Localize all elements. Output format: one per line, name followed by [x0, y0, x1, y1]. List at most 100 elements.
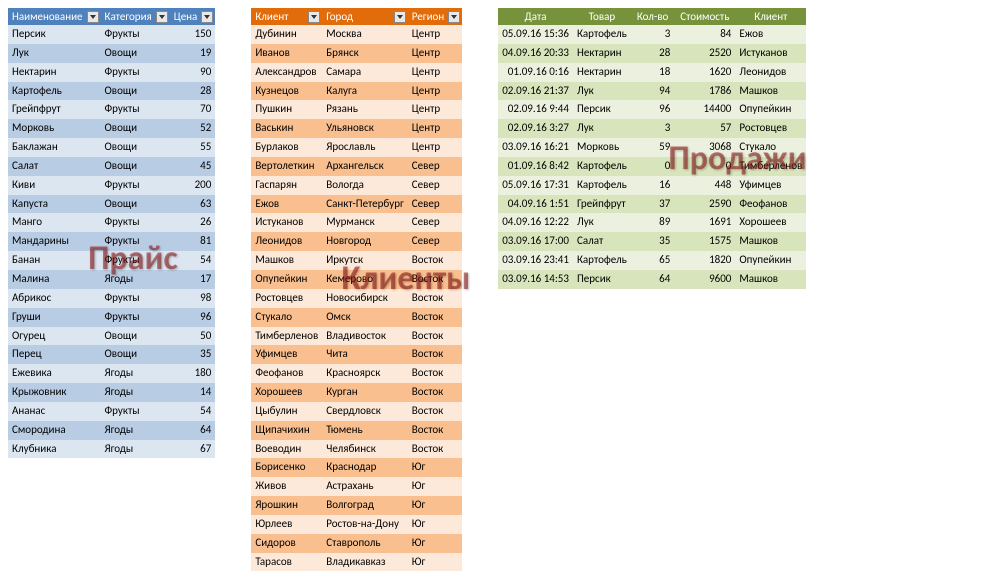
table-cell: 03.09.16 14:53	[498, 270, 573, 289]
table-cell: Север	[408, 195, 462, 214]
table-row: МангоФрукты26	[8, 213, 215, 232]
table-cell: Крыжовник	[8, 383, 101, 402]
column-header[interactable]: Цена	[170, 8, 216, 25]
column-header[interactable]: Наименование	[8, 8, 101, 25]
table-cell: Фрукты	[101, 176, 170, 195]
column-header: Товар	[573, 8, 631, 25]
table-cell: Ярошкин	[251, 496, 322, 515]
table-cell: Волгоград	[322, 496, 408, 515]
table-cell: Фрукты	[101, 289, 170, 308]
table-cell: Фрукты	[101, 308, 170, 327]
table-cell: Восток	[408, 327, 462, 346]
table-cell: Новгород	[322, 232, 408, 251]
table-cell: Живов	[251, 477, 322, 496]
table-row: 01.09.16 8:42Картофель00Тимберленов	[498, 157, 806, 176]
table-cell: Грейпфрут	[8, 100, 101, 119]
table-row: КапустаОвощи63	[8, 195, 215, 214]
column-header[interactable]: Город	[322, 8, 408, 25]
table-row: РостовцевНовосибирскВосток	[251, 289, 462, 308]
filter-dropdown-icon[interactable]	[394, 11, 406, 23]
filter-dropdown-icon[interactable]	[201, 11, 213, 23]
table-cell: Восток	[408, 421, 462, 440]
table-cell: 0	[631, 157, 674, 176]
table-cell: 180	[170, 364, 216, 383]
column-header[interactable]: Категория	[101, 8, 170, 25]
table-row: ГрушиФрукты96	[8, 308, 215, 327]
column-header[interactable]: Клиент	[251, 8, 322, 25]
table-cell: 54	[170, 402, 216, 421]
table-cell: Хорошеев	[251, 383, 322, 402]
table-row: КрыжовникЯгоды14	[8, 383, 215, 402]
table-cell: Картофель	[573, 157, 631, 176]
filter-dropdown-icon[interactable]	[448, 11, 460, 23]
table-cell: Север	[408, 176, 462, 195]
table-cell: Ростовцев	[251, 289, 322, 308]
table-cell: Иркутск	[322, 251, 408, 270]
table-cell: 16	[631, 176, 674, 195]
table-row: 03.09.16 14:53Персик649600Машков	[498, 270, 806, 289]
table-row: ГрейпфрутФрукты70	[8, 100, 215, 119]
table-cell: Восток	[408, 383, 462, 402]
table-cell: Тимберленов	[251, 327, 322, 346]
table-cell: Нектарин	[573, 44, 631, 63]
table-cell: Машков	[251, 251, 322, 270]
table-cell: 05.09.16 17:31	[498, 176, 573, 195]
table-cell: 37	[631, 195, 674, 214]
table-cell: Восток	[408, 308, 462, 327]
table-cell: Борисенко	[251, 458, 322, 477]
table-cell: Восток	[408, 364, 462, 383]
table-cell: 2520	[674, 44, 735, 63]
table-row: 04.09.16 12:22Лук891691Хорошеев	[498, 213, 806, 232]
table-row: ВаськинУльяновскЦентр	[251, 119, 462, 138]
table-row: ГаспарянВологдаСевер	[251, 176, 462, 195]
filter-dropdown-icon[interactable]	[87, 11, 99, 23]
filter-dropdown-icon[interactable]	[156, 11, 168, 23]
table-cell: 150	[170, 25, 216, 44]
table-cell: Стукало	[735, 138, 806, 157]
table-cell: 02.09.16 9:44	[498, 100, 573, 119]
table-cell: Машков	[735, 232, 806, 251]
column-header[interactable]: Регион	[408, 8, 462, 25]
table-cell: Астрахань	[322, 477, 408, 496]
table-row: МашковИркутскВосток	[251, 251, 462, 270]
table-cell: Картофель	[8, 82, 101, 101]
tables-container: НаименованиеКатегорияЦена ПерсикФрукты15…	[8, 8, 977, 571]
filter-dropdown-icon[interactable]	[308, 11, 320, 23]
table-cell: Тимберленов	[735, 157, 806, 176]
table-cell: 9600	[674, 270, 735, 289]
table-cell: 1620	[674, 63, 735, 82]
table-row: АлександровСамараЦентр	[251, 63, 462, 82]
table-cell: 67	[170, 440, 216, 459]
table-cell: Фрукты	[101, 402, 170, 421]
table-cell: 02.09.16 3:27	[498, 119, 573, 138]
table-row: ВоеводинЧелябинскВосток	[251, 440, 462, 459]
table-cell: Бурлаков	[251, 138, 322, 157]
table-row: ЛукОвощи19	[8, 44, 215, 63]
table-cell: Центр	[408, 25, 462, 44]
table-cell: Центр	[408, 138, 462, 157]
table-cell: Нектарин	[8, 63, 101, 82]
table-cell: Истуканов	[251, 213, 322, 232]
table-cell: Фрукты	[101, 251, 170, 270]
table-cell: Овощи	[101, 138, 170, 157]
table-cell: Красноярск	[322, 364, 408, 383]
table-row: БурлаковЯрославльЦентр	[251, 138, 462, 157]
table-cell: Салат	[573, 232, 631, 251]
table-row: НектаринФрукты90	[8, 63, 215, 82]
table-cell: Клубника	[8, 440, 101, 459]
table-cell: 17	[170, 270, 216, 289]
table-row: 02.09.16 3:27Лук357Ростовцев	[498, 119, 806, 138]
table-cell: Малина	[8, 270, 101, 289]
table-cell: Рязань	[322, 100, 408, 119]
table-cell: Леонидов	[251, 232, 322, 251]
table-cell: 1691	[674, 213, 735, 232]
table-row: МорковьОвощи52	[8, 119, 215, 138]
table-cell: Лук	[8, 44, 101, 63]
table-row: СмородинаЯгоды64	[8, 421, 215, 440]
table-cell: Восток	[408, 345, 462, 364]
table-cell: Грейпфрут	[573, 195, 631, 214]
table-row: ЩипачихинТюменьВосток	[251, 421, 462, 440]
table-cell: 2590	[674, 195, 735, 214]
table-cell: Ягоды	[101, 364, 170, 383]
table-cell: Огурец	[8, 327, 101, 346]
